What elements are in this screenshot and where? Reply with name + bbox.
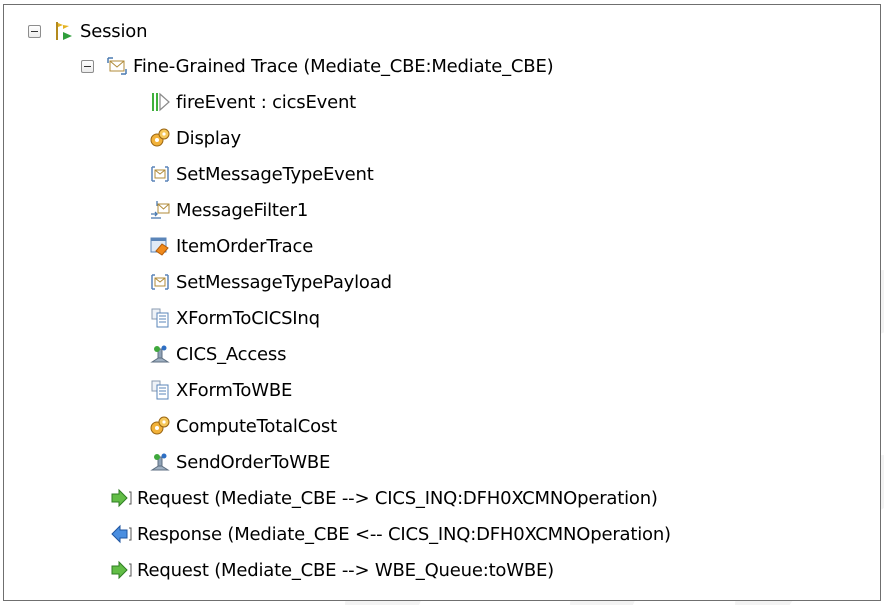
request-arrow-icon bbox=[110, 559, 132, 581]
tree-row-session[interactable]: Session bbox=[28, 17, 147, 45]
tree-node-row[interactable]: fireEvent : cicsEvent bbox=[149, 88, 356, 116]
tree-node-label: SetMessageTypeEvent bbox=[176, 163, 374, 185]
tree-node-label: fireEvent : cicsEvent bbox=[176, 91, 357, 113]
tree-operation-label: Request (Mediate_CBE --> WBE_Queue:toWBE… bbox=[137, 559, 554, 581]
tree-node-row[interactable]: Display bbox=[149, 124, 241, 152]
session-icon bbox=[53, 20, 75, 42]
tree-node-row[interactable]: XFormToCICSInq bbox=[149, 304, 320, 332]
tree-node-row[interactable]: SetMessageTypePayload bbox=[149, 268, 392, 296]
xform-document-icon bbox=[149, 307, 171, 329]
tree-node-label: SetMessageTypePayload bbox=[176, 271, 392, 293]
tree-node-label: SendOrderToWBE bbox=[176, 451, 331, 473]
tree-node-row[interactable]: MessageFilter1 bbox=[149, 196, 308, 224]
tree-node-label: XFormToCICSInq bbox=[176, 307, 320, 329]
message-type-icon bbox=[149, 163, 171, 185]
tree-node-label: Display bbox=[176, 127, 241, 149]
tree-operation-row[interactable]: Request (Mediate_CBE --> WBE_Queue:toWBE… bbox=[110, 556, 554, 584]
xform-document-icon bbox=[149, 379, 171, 401]
tree-operation-row[interactable]: Request (Mediate_CBE --> CICS_INQ:DFH0XC… bbox=[110, 484, 658, 512]
response-arrow-icon bbox=[110, 523, 132, 545]
service-invoke-icon bbox=[149, 343, 171, 365]
tree-operation-row[interactable]: Response (Mediate_CBE <-- CICS_INQ:DFH0X… bbox=[110, 520, 671, 548]
collapse-toggle-session[interactable] bbox=[28, 24, 41, 38]
trace-envelope-icon bbox=[106, 55, 128, 77]
tree-node-row[interactable]: SetMessageTypeEvent bbox=[149, 160, 374, 188]
session-label: Session bbox=[80, 20, 148, 42]
tree-node-row[interactable]: CICS_Access bbox=[149, 340, 286, 368]
tree-node-row[interactable]: SendOrderToWBE bbox=[149, 448, 330, 476]
trace-label: Fine-Grained Trace (Mediate_CBE:Mediate_… bbox=[133, 55, 554, 77]
gears-icon bbox=[149, 415, 171, 437]
tree-node-label: ItemOrderTrace bbox=[176, 235, 314, 257]
service-invoke-icon bbox=[149, 451, 171, 473]
gears-icon bbox=[149, 127, 171, 149]
collapse-toggle-trace[interactable] bbox=[81, 59, 94, 73]
navigator-tree-panel: Session Fine-Grained Trace (Mediate_CBE:… bbox=[3, 4, 881, 601]
tree-node-row[interactable]: XFormToWBE bbox=[149, 376, 292, 404]
tree-operation-label: Response (Mediate_CBE <-- CICS_INQ:DFH0X… bbox=[137, 523, 671, 545]
tree-node-label: XFormToWBE bbox=[176, 379, 293, 401]
tree-node-label: MessageFilter1 bbox=[176, 199, 309, 221]
tree-node-label: ComputeTotalCost bbox=[176, 415, 337, 437]
event-play-icon bbox=[149, 91, 171, 113]
message-filter-icon bbox=[149, 199, 171, 221]
trace-node-icon bbox=[149, 235, 171, 257]
tree-node-label: CICS_Access bbox=[176, 343, 287, 365]
tree-row-trace[interactable]: Fine-Grained Trace (Mediate_CBE:Mediate_… bbox=[81, 52, 554, 80]
tree-node-row[interactable]: ComputeTotalCost bbox=[149, 412, 337, 440]
tree-node-row[interactable]: ItemOrderTrace bbox=[149, 232, 313, 260]
message-type-icon bbox=[149, 271, 171, 293]
request-arrow-icon bbox=[110, 487, 132, 509]
tree-operation-label: Request (Mediate_CBE --> CICS_INQ:DFH0XC… bbox=[137, 487, 658, 509]
